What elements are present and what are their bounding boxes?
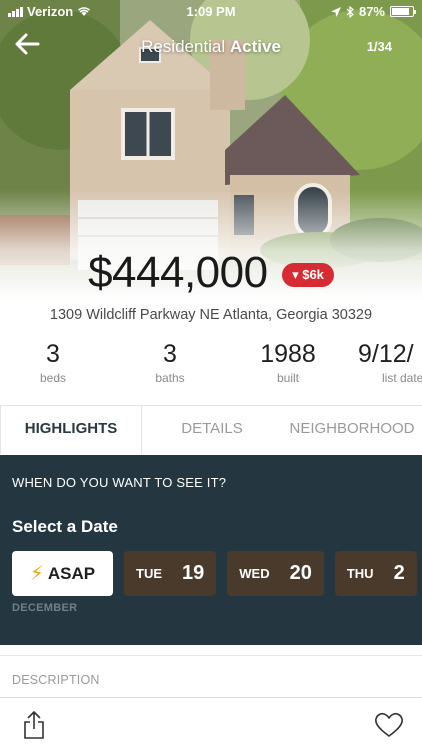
stat-label: list date — [382, 371, 422, 385]
location-arrow-icon — [330, 6, 341, 17]
stat-value: 1988 — [260, 340, 316, 368]
stat-label: baths — [155, 371, 185, 385]
key-stats: 3 beds 3 baths 1988 built 9/12/ list dat… — [0, 340, 422, 400]
stat-label: beds — [39, 371, 67, 385]
date-chip-wed[interactable]: WED 20 — [227, 551, 324, 596]
stat-beds: 3 beds — [3, 340, 103, 385]
month-label: DECEMBER — [12, 602, 78, 614]
listing-status: Active — [229, 37, 281, 56]
tab-highlights[interactable]: HIGHLIGHTS — [0, 406, 142, 454]
stat-built: 1988 built — [238, 340, 338, 385]
bottom-toolbar — [0, 697, 422, 750]
price-drop-badge: ▾ $6k — [282, 263, 334, 287]
heart-icon[interactable] — [374, 712, 404, 738]
price-drop-amount: $6k — [302, 267, 324, 282]
date-weekday: WED — [239, 566, 270, 581]
listing-hero[interactable]: Verizon 1:09 PM 87% Residential Active 1… — [0, 0, 422, 300]
date-day: 2 — [393, 562, 405, 584]
schedule-showing-panel: WHEN DO YOU WANT TO SEE IT? Select a Dat… — [0, 455, 422, 645]
schedule-question: WHEN DO YOU WANT TO SEE IT? — [12, 475, 227, 490]
price-row: $444,000 ▾ $6k — [0, 248, 422, 298]
date-picker: ⚡ ASAP TUE 19 WED 20 THU 2 — [12, 551, 417, 596]
photo-counter: 1/34 — [366, 39, 392, 54]
section-tabs: HIGHLIGHTS DETAILS NEIGHBORHOOD — [0, 405, 422, 454]
date-chip-thu[interactable]: THU 2 — [334, 551, 417, 596]
nav-title: Residential Active — [0, 37, 422, 57]
listing-address: 1309 Wildcliff Parkway NE Atlanta, Georg… — [49, 307, 373, 323]
asap-label: ASAP — [47, 563, 96, 583]
description-section: DESCRIPTION — [0, 655, 422, 695]
stat-baths: 3 baths — [120, 340, 220, 385]
nav-bar: Residential Active 1/34 — [0, 30, 422, 64]
lightning-bolt-icon: ⚡ — [29, 563, 44, 585]
tab-details[interactable]: DETAILS — [142, 406, 282, 454]
stat-value: 3 — [163, 340, 177, 368]
date-chip-tue[interactable]: TUE 19 — [124, 551, 217, 596]
asap-button[interactable]: ⚡ ASAP — [12, 551, 113, 596]
status-bar: Verizon 1:09 PM 87% — [0, 0, 422, 24]
date-weekday: THU — [346, 566, 374, 581]
battery-level — [392, 8, 410, 15]
date-day: 20 — [289, 562, 312, 584]
battery-percent: 87% — [358, 4, 385, 19]
stat-list-date: 9/12/ list date — [350, 340, 422, 385]
bluetooth-icon — [346, 5, 354, 18]
select-date-heading: Select a Date — [12, 517, 118, 536]
stat-value: 9/12/ — [358, 340, 414, 368]
listing-price: $444,000 — [88, 248, 268, 297]
down-arrow-icon: ▾ — [292, 267, 299, 282]
tab-neighborhood[interactable]: NEIGHBORHOOD — [282, 406, 422, 454]
stat-value: 3 — [46, 340, 60, 368]
listing-type: Residential — [141, 37, 226, 56]
share-icon[interactable] — [22, 710, 46, 740]
battery-icon — [390, 6, 416, 17]
stat-label: built — [276, 371, 299, 385]
date-day: 19 — [182, 562, 205, 584]
date-weekday: TUE — [136, 566, 162, 581]
description-heading: DESCRIPTION — [12, 673, 100, 687]
status-right: 87% — [330, 4, 416, 19]
